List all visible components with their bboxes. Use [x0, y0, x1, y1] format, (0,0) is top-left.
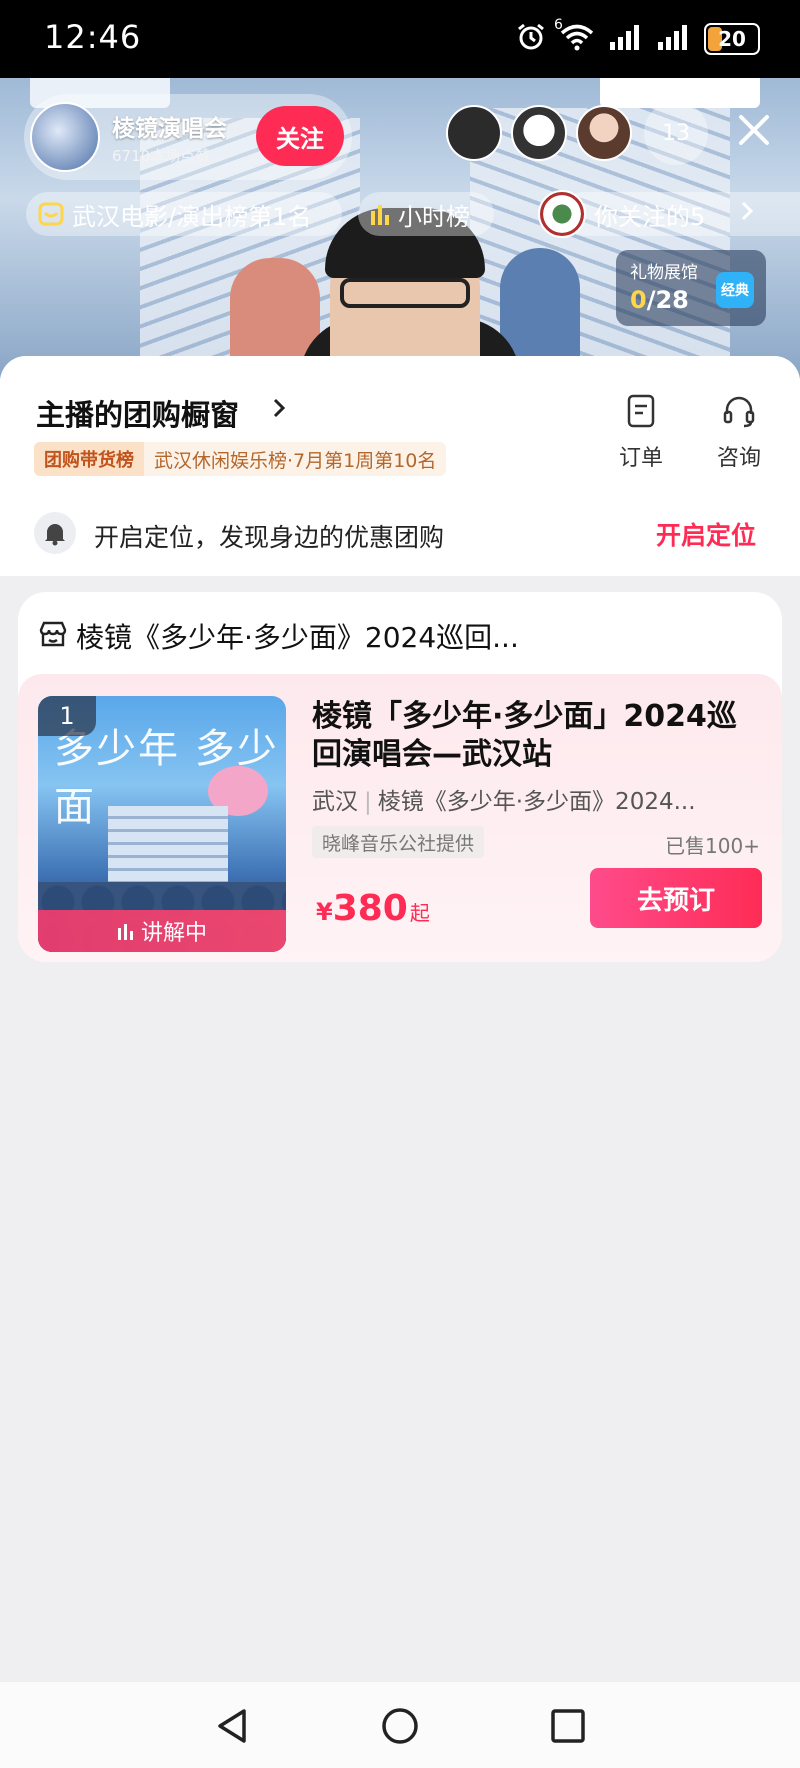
product-city: 武汉 — [312, 789, 358, 815]
location-prompt: 开启定位，发现身边的优惠团购 — [94, 523, 445, 552]
rank-followed-label: 你关注的5 — [594, 202, 706, 231]
followed-avatar — [538, 190, 586, 238]
alarm-icon — [516, 22, 546, 56]
battery-indicator: 20 — [704, 23, 760, 55]
viewer-avatar[interactable] — [576, 105, 632, 161]
status-bar: 12:46 6 20 — [0, 0, 800, 78]
rank-pill-followed[interactable]: 你关注的5 — [538, 190, 800, 238]
sound-wave-icon — [117, 922, 135, 940]
viewer-avatar[interactable] — [511, 105, 567, 161]
orders-button[interactable]: 订单 — [606, 394, 676, 472]
follow-button[interactable]: 关注 — [256, 106, 344, 166]
status-time: 12:46 — [44, 18, 142, 56]
chevron-right-icon — [740, 200, 754, 228]
product-item[interactable]: 多少年 多少面 1 讲解中 棱镜「多少年·多少面」2024巡回演唱会—武汉站 武… — [18, 674, 782, 962]
close-icon[interactable] — [736, 112, 772, 148]
rank-pill-city[interactable]: 武汉电影/演出榜第1名 — [26, 192, 342, 236]
chevron-right-icon[interactable] — [272, 396, 286, 424]
gift-progress: 0/28 — [630, 286, 689, 314]
price-amount: 380 — [332, 888, 408, 929]
provider-tag: 晓峰音乐公社提供 — [312, 826, 485, 858]
viewer-avatars[interactable] — [446, 105, 632, 161]
explaining-label: 讲解中 — [140, 921, 207, 946]
gift-hall[interactable]: 礼物展馆 0/28 经典 — [616, 250, 766, 326]
gift-hall-title: 礼物展馆 — [630, 263, 698, 283]
product-subtitle: 武汉 | 棱镜《多少年·多少面》2024... — [312, 789, 696, 815]
price-suffix: 起 — [409, 901, 430, 925]
product-rank: 1 — [38, 696, 96, 736]
price-symbol: ¥ — [316, 898, 333, 926]
gift-progress-current: 0 — [630, 286, 647, 314]
triangle-back-icon[interactable] — [214, 1706, 254, 1746]
product-price: ¥380 起 — [316, 888, 430, 929]
product-subtitle-text: 棱镜《多少年·多少面》2024... — [377, 789, 696, 815]
anchor-info[interactable]: 棱镜演唱会 6710本场点赞 关注 — [24, 94, 352, 180]
consult-label: 咨询 — [716, 446, 761, 471]
bell-icon — [34, 512, 76, 554]
anchor-name: 棱镜演唱会 — [112, 115, 227, 142]
store-header[interactable]: 棱镜《多少年·多少面》2024巡回... — [38, 616, 519, 656]
sold-count: 已售100+ — [665, 834, 760, 858]
rank-tag[interactable]: 团购带货榜 武汉休闲娱乐榜·7月第1周第10名 — [34, 442, 447, 476]
viewer-count[interactable]: 13 — [644, 101, 708, 165]
battery-level: 20 — [718, 27, 746, 51]
viewer-avatar[interactable] — [446, 105, 502, 161]
headset-icon — [704, 394, 774, 434]
book-button[interactable]: 去预订 — [590, 868, 762, 928]
rank-badge-icon — [38, 201, 64, 227]
signal-icon-2 — [656, 24, 690, 54]
store-title: 棱镜《多少年·多少面》2024巡回... — [76, 621, 519, 654]
wifi-icon: 6 — [554, 17, 594, 55]
document-icon — [606, 394, 676, 434]
rank-tag-text: 武汉休闲娱乐榜·7月第1周第10名 — [154, 449, 437, 472]
rank-pill-hourly[interactable]: 小时榜 — [358, 192, 494, 236]
anchor-avatar[interactable] — [30, 102, 100, 172]
gift-badge: 经典 — [716, 272, 754, 308]
orders-label: 订单 — [618, 446, 663, 471]
enable-location-button[interactable]: 开启定位 — [656, 516, 756, 552]
bar-chart-icon — [370, 203, 390, 225]
rank-hourly-label: 小时榜 — [398, 202, 470, 231]
group-buy-sheet: 主播的团购橱窗 团购带货榜 武汉休闲娱乐榜·7月第1周第10名 订单 咨询 开启… — [0, 356, 800, 1682]
network-label: 6 — [554, 17, 563, 33]
shop-title[interactable]: 主播的团购橱窗 — [36, 392, 239, 434]
circle-home-icon[interactable] — [380, 1706, 420, 1746]
rank-city-label: 武汉电影/演出榜第1名 — [72, 202, 312, 231]
square-recent-icon[interactable] — [548, 1706, 588, 1746]
product-card[interactable]: 棱镜《多少年·多少面》2024巡回... 多少年 多少面 1 讲解中 棱镜「多少… — [18, 592, 782, 962]
anchor-likes: 6710本场点赞 — [112, 146, 211, 165]
status-icons: 6 20 — [516, 17, 760, 56]
consult-button[interactable]: 咨询 — [704, 394, 774, 472]
product-name[interactable]: 棱镜「多少年·多少面」2024巡回演唱会—武汉站 — [312, 698, 764, 774]
gift-progress-total: /28 — [646, 286, 689, 314]
rank-tag-label: 团购带货榜 — [34, 442, 144, 476]
signal-icon — [608, 24, 642, 54]
explaining-badge: 讲解中 — [38, 910, 286, 952]
store-icon — [38, 620, 68, 652]
system-nav-bar — [0, 1682, 800, 1768]
